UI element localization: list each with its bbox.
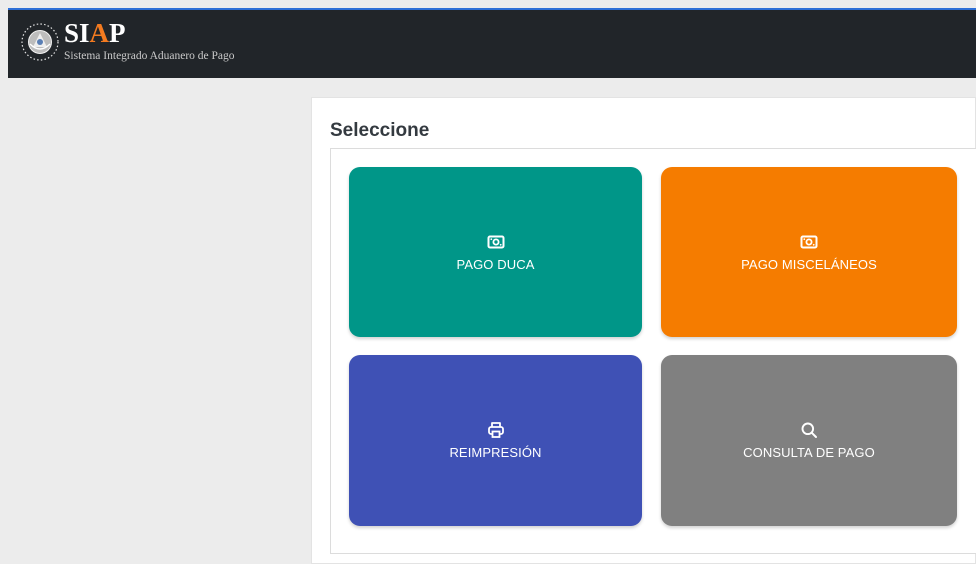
reimpresion-label: REIMPRESIÓN <box>449 445 542 460</box>
money-bill-icon <box>487 235 504 248</box>
reimpresion-button[interactable]: REIMPRESIÓN <box>349 355 642 526</box>
brand[interactable]: SIAP Sistema Integrado Aduanero de Pago <box>18 12 235 72</box>
options-grid: PAGO DUCA PAGO MISCELÁNEOS REIMPRESIÓN C… <box>330 148 976 554</box>
app-tagline: Sistema Integrado Aduanero de Pago <box>64 50 235 62</box>
page-title: Seleccione <box>330 120 430 141</box>
app-logo-text: SIAP <box>64 18 126 48</box>
printer-icon <box>487 422 504 438</box>
pago-miscelaneos-button[interactable]: PAGO MISCELÁNEOS <box>661 167 957 337</box>
pago-duca-label: PAGO DUCA <box>456 256 535 272</box>
consulta-de-pago-label: CONSULTA DE PAGO <box>743 445 875 460</box>
pago-miscelaneos-label: PAGO MISCELÁNEOS <box>741 256 877 272</box>
coat-of-arms-icon <box>18 20 62 64</box>
pago-duca-button[interactable]: PAGO DUCA <box>349 167 642 337</box>
selection-panel: Seleccione PAGO DUCA PAGO MISCELÁNEOS RE… <box>311 97 976 564</box>
app-header: SIAP Sistema Integrado Aduanero de Pago <box>8 8 976 78</box>
money-bill-icon <box>800 235 818 248</box>
search-icon <box>801 422 817 438</box>
consulta-de-pago-button[interactable]: CONSULTA DE PAGO <box>661 355 957 526</box>
